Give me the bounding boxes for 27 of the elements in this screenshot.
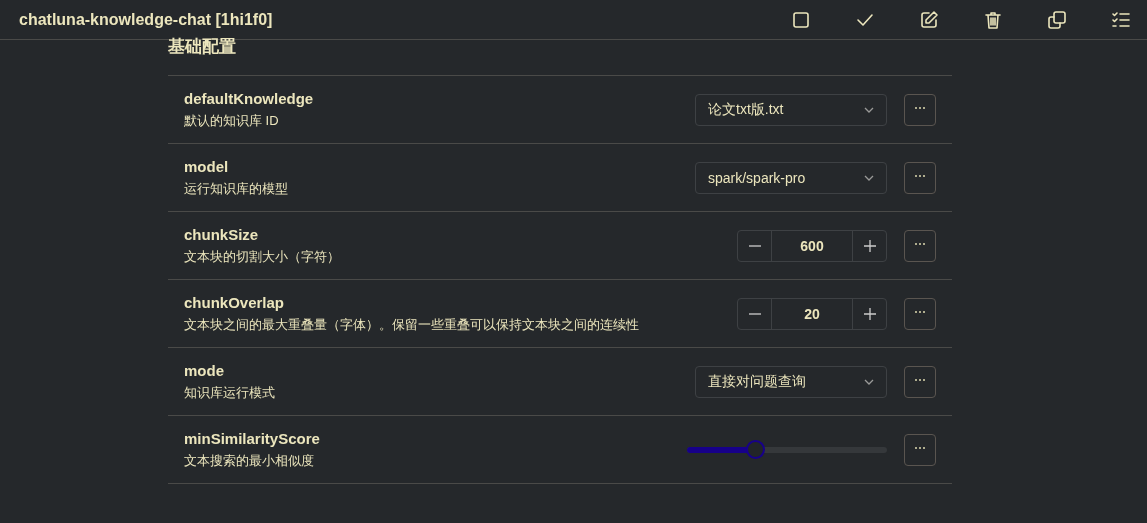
setting-name: chunkOverlap xyxy=(184,293,285,311)
ellipsis-icon xyxy=(914,173,926,178)
setting-name: mode xyxy=(184,361,224,379)
window-title: chatluna-knowledge-chat [1hi1f0] xyxy=(19,10,274,29)
ellipsis-icon xyxy=(914,105,926,110)
ellipsis-icon xyxy=(914,241,926,246)
setting-description: 知识库运行模式 xyxy=(184,383,275,402)
setting-description: 文本块之间的最大重叠量（字体）。保留一些重叠可以保持文本块之间的连续性 xyxy=(184,315,639,334)
setting-name: minSimilarityScore xyxy=(184,429,320,447)
setting-description: 默认的知识库 ID xyxy=(184,111,279,130)
select-field[interactable]: 直接对问题查询 xyxy=(695,365,887,398)
ellipsis-icon xyxy=(914,377,926,382)
ellipsis-icon xyxy=(914,309,926,314)
plus-icon xyxy=(862,306,877,321)
setting-description: 运行知识库的模型 xyxy=(184,179,288,198)
minus-icon xyxy=(747,244,762,247)
select-field[interactable]: 论文txt版.txt xyxy=(695,93,887,126)
setting-description: 文本搜索的最小相似度 xyxy=(184,451,314,470)
setting-name: defaultKnowledge xyxy=(184,89,314,107)
setting-name: chunkSize xyxy=(184,225,259,243)
plus-icon xyxy=(862,238,877,253)
ellipsis-icon xyxy=(914,445,926,450)
setting-description: 文本块的切割大小（字符） xyxy=(184,247,340,266)
minus-icon xyxy=(747,312,762,315)
slider-thumb[interactable] xyxy=(745,440,765,459)
setting-name: model xyxy=(184,157,229,175)
select-field[interactable]: spark/spark-pro xyxy=(695,161,887,194)
